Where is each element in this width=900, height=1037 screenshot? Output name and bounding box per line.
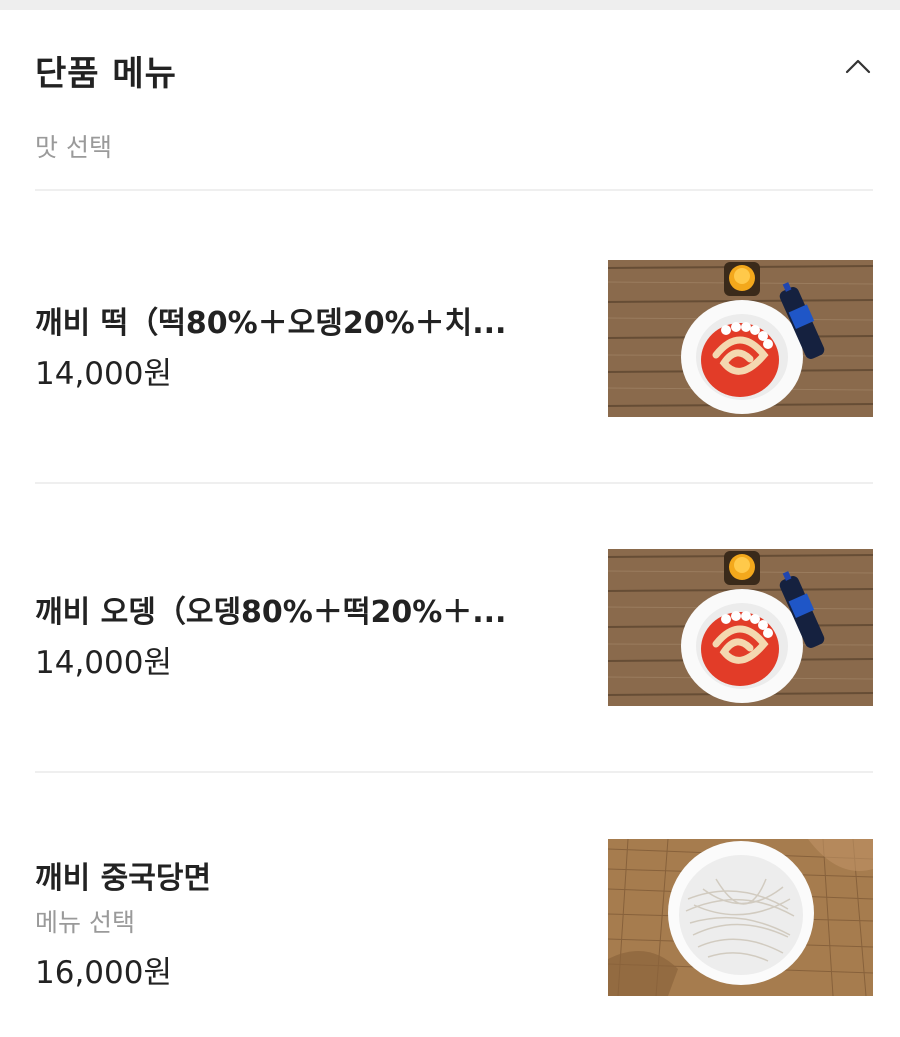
menu-item-kkaebi-tteok[interactable]: 깨비 떡（떡80%＋오뎅20%＋치... 14,000원 <box>35 260 873 420</box>
section-title: 단품 메뉴 <box>35 54 177 94</box>
item-price: 14,000원 <box>35 356 172 392</box>
item-price: 16,000원 <box>35 955 172 991</box>
item-thumbnail <box>608 260 873 417</box>
menu-item-kkaebi-glass-noodles[interactable]: 깨비 중국당면 메뉴 선택 16,000원 <box>35 839 873 999</box>
chevron-up-icon[interactable] <box>843 52 873 82</box>
item-thumbnail <box>608 549 873 706</box>
divider <box>35 771 873 773</box>
divider <box>35 482 873 484</box>
section-subtitle: 맛 선택 <box>35 133 112 162</box>
menu-item-kkaebi-odeng[interactable]: 깨비 오뎅（오뎅80%＋떡20%＋... 14,000원 <box>35 549 873 709</box>
divider <box>35 189 873 191</box>
item-thumbnail <box>608 839 873 996</box>
item-name: 깨비 오뎅（오뎅80%＋떡20%＋... <box>35 595 507 630</box>
section-header[interactable]: 단품 메뉴 <box>35 40 873 100</box>
top-strip <box>0 0 900 10</box>
item-name: 깨비 중국당면 <box>35 861 212 896</box>
item-price: 14,000원 <box>35 645 172 681</box>
item-description: 메뉴 선택 <box>35 908 135 937</box>
item-name: 깨비 떡（떡80%＋오뎅20%＋치... <box>35 306 507 341</box>
